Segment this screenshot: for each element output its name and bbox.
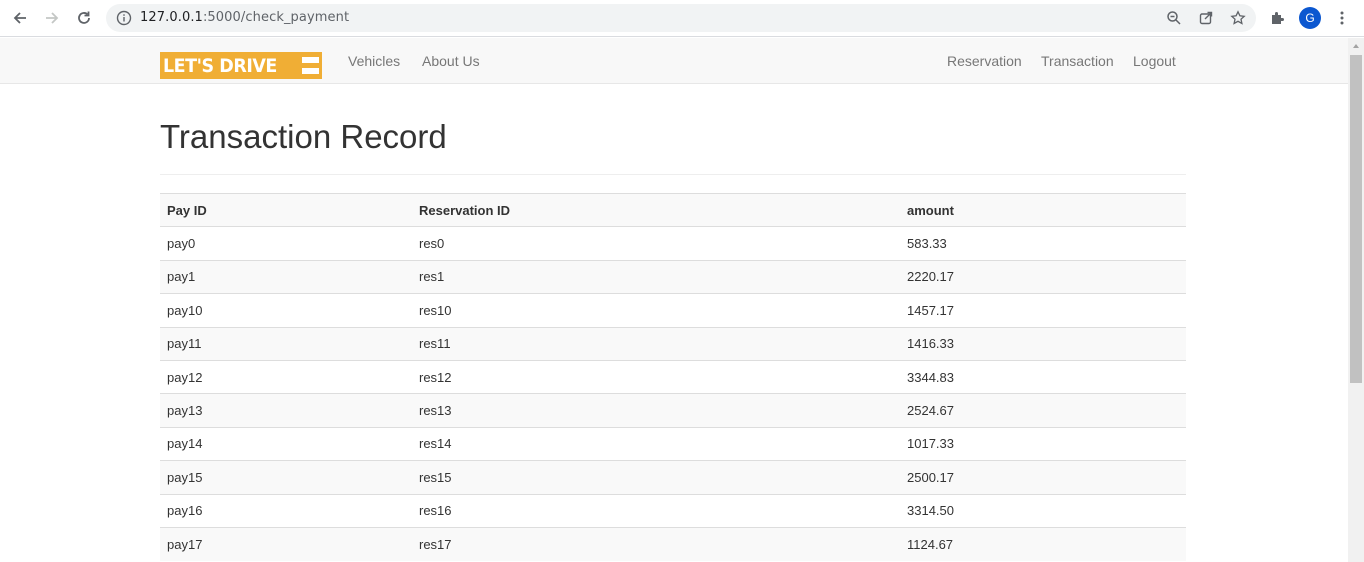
table-row: pay15 res15 2500.17 [160,460,1186,495]
back-arrow-icon[interactable] [8,6,32,30]
transaction-table: Pay ID Reservation ID amount pay0 res0 583… [160,192,1186,561]
cell-amount: 3314.50 [900,493,1186,528]
cell-reservation-id: res10 [412,293,900,328]
cell-amount: 1416.33 [900,326,1186,361]
zoom-icon[interactable] [1164,8,1184,28]
cell-pay-id: pay14 [160,426,412,461]
cell-pay-id: pay1 [160,259,412,294]
address-bar[interactable]: 127.0.0.1:5000/check_payment [106,4,1256,32]
cell-amount: 2524.67 [900,393,1186,428]
cell-pay-id: pay13 [160,393,412,428]
url-host: 127.0.0.1 [140,10,203,25]
profile-avatar[interactable]: G [1299,7,1321,29]
cell-amount: 1124.67 [900,526,1186,561]
cell-pay-id: pay15 [160,460,412,495]
table-row: pay1 res1 2220.17 [160,259,1186,294]
reload-icon[interactable] [72,6,96,30]
cell-amount: 2220.17 [900,259,1186,294]
cell-reservation-id: res15 [412,460,900,495]
table-row: pay17 res17 1124.67 [160,526,1186,561]
table-row: pay13 res13 2524.67 [160,393,1186,428]
brand-flag-icon [302,57,319,74]
cell-pay-id: pay0 [160,226,412,261]
cell-amount: 1457.17 [900,293,1186,328]
cell-pay-id: pay11 [160,326,412,361]
cell-reservation-id: res12 [412,359,900,394]
table-row: pay14 res14 1017.33 [160,426,1186,461]
brand-logo-text: LET'S DRIVE [163,54,277,77]
url-path: :5000/check_payment [202,10,350,25]
cell-amount: 1017.33 [900,426,1186,461]
table-row: pay0 res0 583.33 [160,226,1186,261]
cell-pay-id: pay17 [160,526,412,561]
nav-link-reservation[interactable]: Reservation [947,53,1022,69]
column-header-amount: amount [900,192,1186,227]
page-viewport: LET'S DRIVE Vehicles About Us Reservatio… [0,38,1348,562]
page-title: Transaction Record [160,118,447,155]
cell-amount: 2500.17 [900,460,1186,495]
cell-reservation-id: res0 [412,226,900,261]
cell-amount: 583.33 [900,226,1186,261]
cell-reservation-id: res14 [412,426,900,461]
scrollbar-thumb[interactable] [1350,55,1362,383]
cell-reservation-id: res13 [412,393,900,428]
nav-link-vehicles[interactable]: Vehicles [348,53,400,69]
share-icon[interactable] [1196,8,1216,28]
table-row: pay12 res12 3344.83 [160,359,1186,394]
bookmark-star-icon[interactable] [1228,8,1248,28]
table-row: pay10 res10 1457.17 [160,293,1186,328]
url-text: 127.0.0.1:5000/check_payment [140,10,349,25]
extensions-puzzle-icon[interactable] [1266,6,1290,30]
forward-arrow-icon[interactable] [40,6,64,30]
nav-link-about-us[interactable]: About Us [422,53,480,69]
table-header-row: Pay ID Reservation ID amount [160,192,1186,227]
nav-link-transaction[interactable]: Transaction [1041,53,1114,69]
scroll-up-arrow-icon[interactable] [1348,38,1364,54]
browser-menu-icon[interactable] [1330,6,1354,30]
cell-pay-id: pay12 [160,359,412,394]
brand-logo[interactable]: LET'S DRIVE [160,52,322,79]
cell-pay-id: pay16 [160,493,412,528]
site-navbar: LET'S DRIVE Vehicles About Us Reservatio… [0,38,1348,84]
cell-reservation-id: res11 [412,326,900,361]
column-header-reservation-id: Reservation ID [412,192,900,227]
nav-link-logout[interactable]: Logout [1133,53,1176,69]
cell-reservation-id: res17 [412,526,900,561]
browser-toolbar: 127.0.0.1:5000/check_payment G [0,0,1364,37]
column-header-pay-id: Pay ID [160,192,412,227]
cell-pay-id: pay10 [160,293,412,328]
title-divider [160,174,1186,175]
table-row: pay11 res11 1416.33 [160,326,1186,361]
cell-reservation-id: res1 [412,259,900,294]
cell-reservation-id: res16 [412,493,900,528]
table-row: pay16 res16 3314.50 [160,493,1186,528]
site-info-icon[interactable] [114,8,134,28]
cell-amount: 3344.83 [900,359,1186,394]
page-scrollbar[interactable] [1348,38,1364,562]
